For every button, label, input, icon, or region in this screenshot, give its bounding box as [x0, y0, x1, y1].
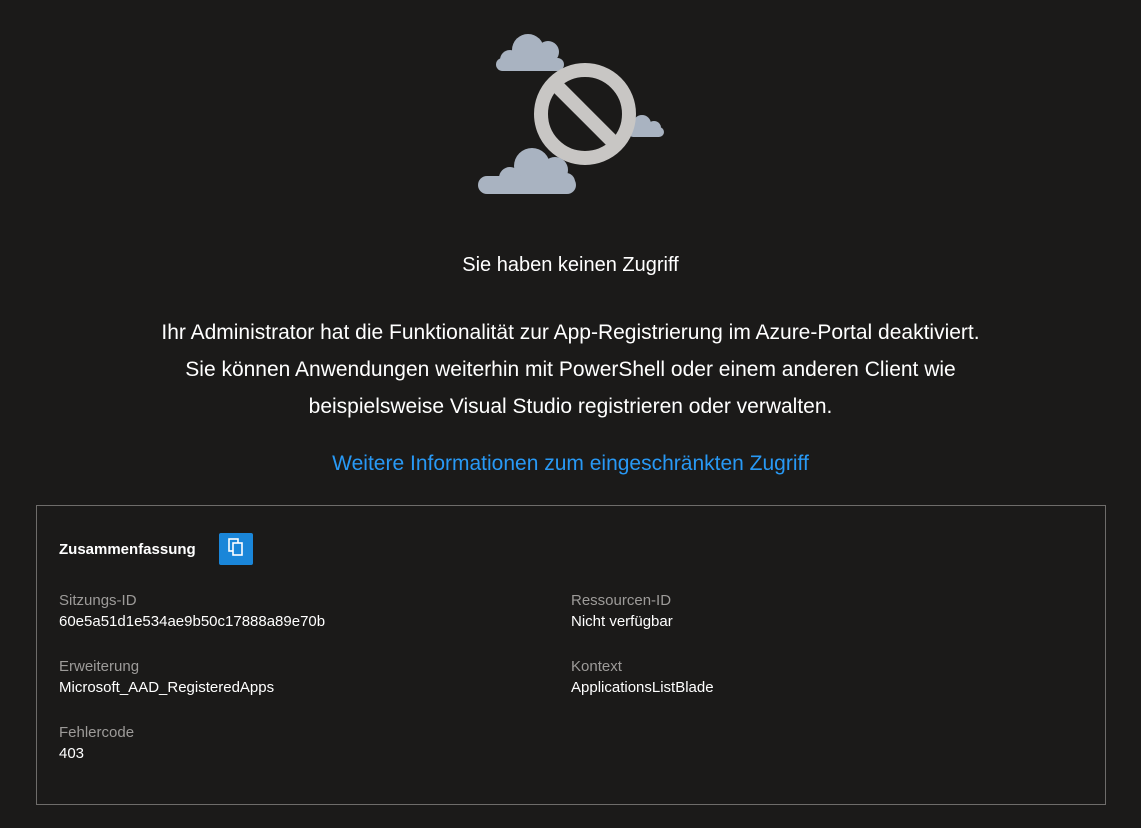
error-code-field: Fehlercode 403: [59, 723, 134, 765]
error-message-line: Ihr Administrator hat die Funktionalität…: [161, 321, 980, 344]
no-access-cloud-icon: [470, 28, 670, 200]
error-message-line: Sie können Anwendungen weiterhin mit Pow…: [185, 358, 956, 381]
session-id-value: 60e5a51d1e534ae9b50c17888a89e70b: [59, 613, 326, 630]
session-id-field: Sitzungs-ID 60e5a51d1e534ae9b50c17888a89…: [59, 591, 325, 633]
error-code-value: 403: [59, 745, 85, 762]
copy-button[interactable]: [218, 533, 253, 565]
context-label: Kontext: [571, 658, 622, 675]
context-field: Kontext ApplicationsListBlade: [571, 657, 714, 699]
extension-label: Erweiterung: [59, 658, 140, 675]
resource-id-field: Ressourcen-ID Nicht verfügbar: [571, 591, 673, 633]
summary-panel: Zusammenfassung Sitzungs-ID 60e5a51d1e53…: [36, 505, 1106, 805]
error-title: Sie haben keinen Zugriff: [462, 254, 679, 276]
summary-header: Zusammenfassung: [59, 533, 253, 565]
learn-more-link[interactable]: Weitere Informationen zum eingeschränkte…: [332, 452, 809, 475]
error-message: Ihr Administrator hat die Funktionalität…: [0, 314, 1141, 425]
context-value: ApplicationsListBlade: [571, 679, 714, 696]
session-id-label: Sitzungs-ID: [59, 592, 137, 609]
resource-id-label: Ressourcen-ID: [571, 592, 672, 609]
summary-title: Zusammenfassung: [59, 540, 196, 558]
learn-more-container: Weitere Informationen zum eingeschränkte…: [0, 452, 1141, 476]
error-code-label: Fehlercode: [59, 724, 135, 741]
error-message-line: beispielsweise Visual Studio registriere…: [308, 395, 833, 418]
extension-field: Erweiterung Microsoft_AAD_RegisteredApps: [59, 657, 274, 699]
extension-value: Microsoft_AAD_RegisteredApps: [59, 679, 275, 696]
copy-icon: [227, 537, 245, 562]
resource-id-value: Nicht verfügbar: [571, 613, 673, 630]
